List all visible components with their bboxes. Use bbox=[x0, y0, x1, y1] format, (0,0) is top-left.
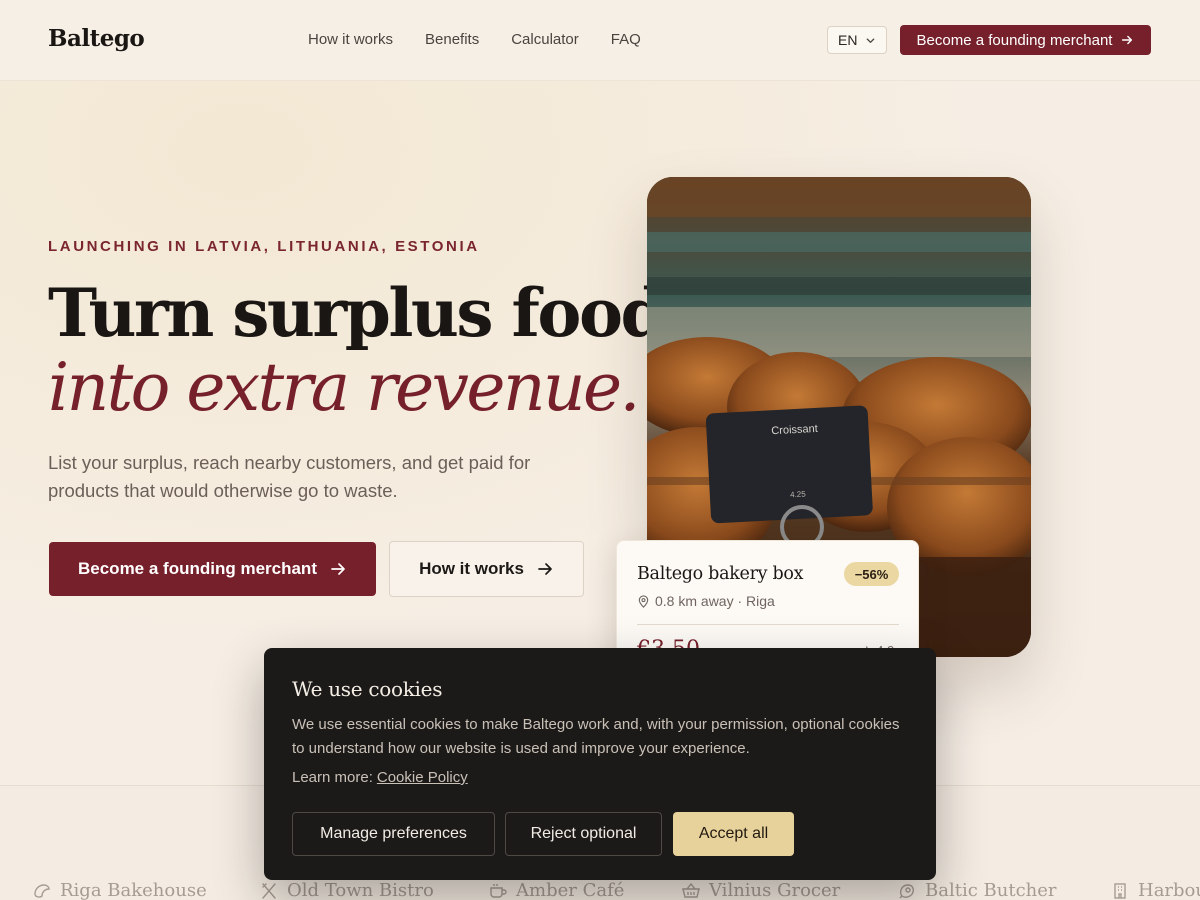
hero-headline-accent: into extra revenue. bbox=[48, 349, 641, 426]
sign-price: 4.25 bbox=[790, 490, 807, 500]
nav-benefits[interactable]: Benefits bbox=[425, 31, 479, 48]
arrow-right-icon bbox=[1122, 35, 1133, 45]
partner-name: Old Town Bistro bbox=[287, 880, 434, 900]
discount-badge: −56% bbox=[844, 562, 899, 586]
product-title: Baltego bakery box bbox=[637, 564, 804, 584]
cookie-policy-link[interactable]: Cookie Policy bbox=[377, 769, 468, 786]
become-merchant-button[interactable]: Become a founding merchant bbox=[49, 542, 376, 596]
reject-optional-button[interactable]: Reject optional bbox=[505, 812, 662, 856]
partner-name: Amber Café bbox=[516, 880, 625, 900]
partner-logo: Amber Café bbox=[488, 880, 624, 900]
ham-icon bbox=[899, 883, 914, 898]
partner-name: Riga Bakehouse bbox=[60, 880, 207, 900]
partner-logo: Riga Bakehouse bbox=[32, 880, 207, 900]
basket-icon bbox=[682, 882, 700, 898]
partner-name: Vilnius Grocer bbox=[709, 880, 841, 900]
sign-label: Croissant bbox=[771, 423, 818, 437]
croissant-icon bbox=[34, 883, 50, 898]
cookie-title: We use cookies bbox=[292, 677, 443, 701]
header-cta-button[interactable]: Become a founding merchant bbox=[900, 25, 1151, 55]
partner-logo: Old Town Bistro bbox=[259, 880, 434, 900]
partner-logo: Harbour bbox=[1110, 880, 1200, 900]
become-merchant-label: Become a founding merchant bbox=[78, 559, 317, 578]
arrow-right-icon bbox=[331, 563, 345, 575]
header-cta-label: Become a founding merchant bbox=[916, 31, 1113, 49]
product-distance: 0.8 km away · Riga bbox=[655, 593, 775, 609]
nav-how-it-works[interactable]: How it works bbox=[308, 31, 393, 48]
coffee-icon bbox=[490, 883, 507, 898]
language-value: EN bbox=[838, 32, 858, 48]
how-it-works-button[interactable]: How it works bbox=[389, 541, 584, 597]
chevron-down-icon bbox=[867, 37, 875, 43]
how-it-works-label: How it works bbox=[419, 559, 524, 578]
learn-more-label: Learn more: bbox=[292, 769, 373, 786]
partner-name: Baltic Butcher bbox=[925, 880, 1057, 900]
nav-faq[interactable]: FAQ bbox=[611, 31, 641, 48]
nav-calculator[interactable]: Calculator bbox=[511, 31, 579, 48]
main-nav: How it works Benefits Calculator FAQ bbox=[308, 31, 641, 48]
site-header: Baltego How it works Benefits Calculator… bbox=[0, 0, 1200, 81]
map-pin-icon bbox=[638, 594, 649, 608]
partner-logo: Vilnius Grocer bbox=[681, 880, 840, 900]
cookie-description: We use essential cookies to make Baltego… bbox=[292, 716, 900, 757]
manage-preferences-button[interactable]: Manage preferences bbox=[292, 812, 495, 856]
hero-headline: Turn surplus food bbox=[48, 274, 667, 352]
utensils-icon bbox=[262, 882, 276, 899]
cookie-learn-more: Learn more: Cookie Policy bbox=[292, 769, 468, 786]
brand-logo[interactable]: Baltego bbox=[48, 25, 145, 52]
language-select[interactable]: EN bbox=[827, 26, 887, 54]
partner-name: Harbour bbox=[1138, 880, 1200, 900]
partner-logo: Baltic Butcher bbox=[897, 880, 1057, 900]
hero-subtext: List your surplus, reach nearby customer… bbox=[48, 452, 531, 501]
card-divider bbox=[637, 624, 899, 625]
hero-eyebrow: LAUNCHING IN LATVIA, LITHUANIA, ESTONIA bbox=[48, 238, 480, 255]
accept-all-button[interactable]: Accept all bbox=[673, 812, 794, 856]
arrow-right-icon bbox=[538, 563, 552, 575]
cookie-banner: We use cookies We use essential cookies … bbox=[264, 648, 936, 880]
building-icon bbox=[1114, 882, 1126, 899]
product-location: 0.8 km away · Riga bbox=[637, 593, 775, 609]
